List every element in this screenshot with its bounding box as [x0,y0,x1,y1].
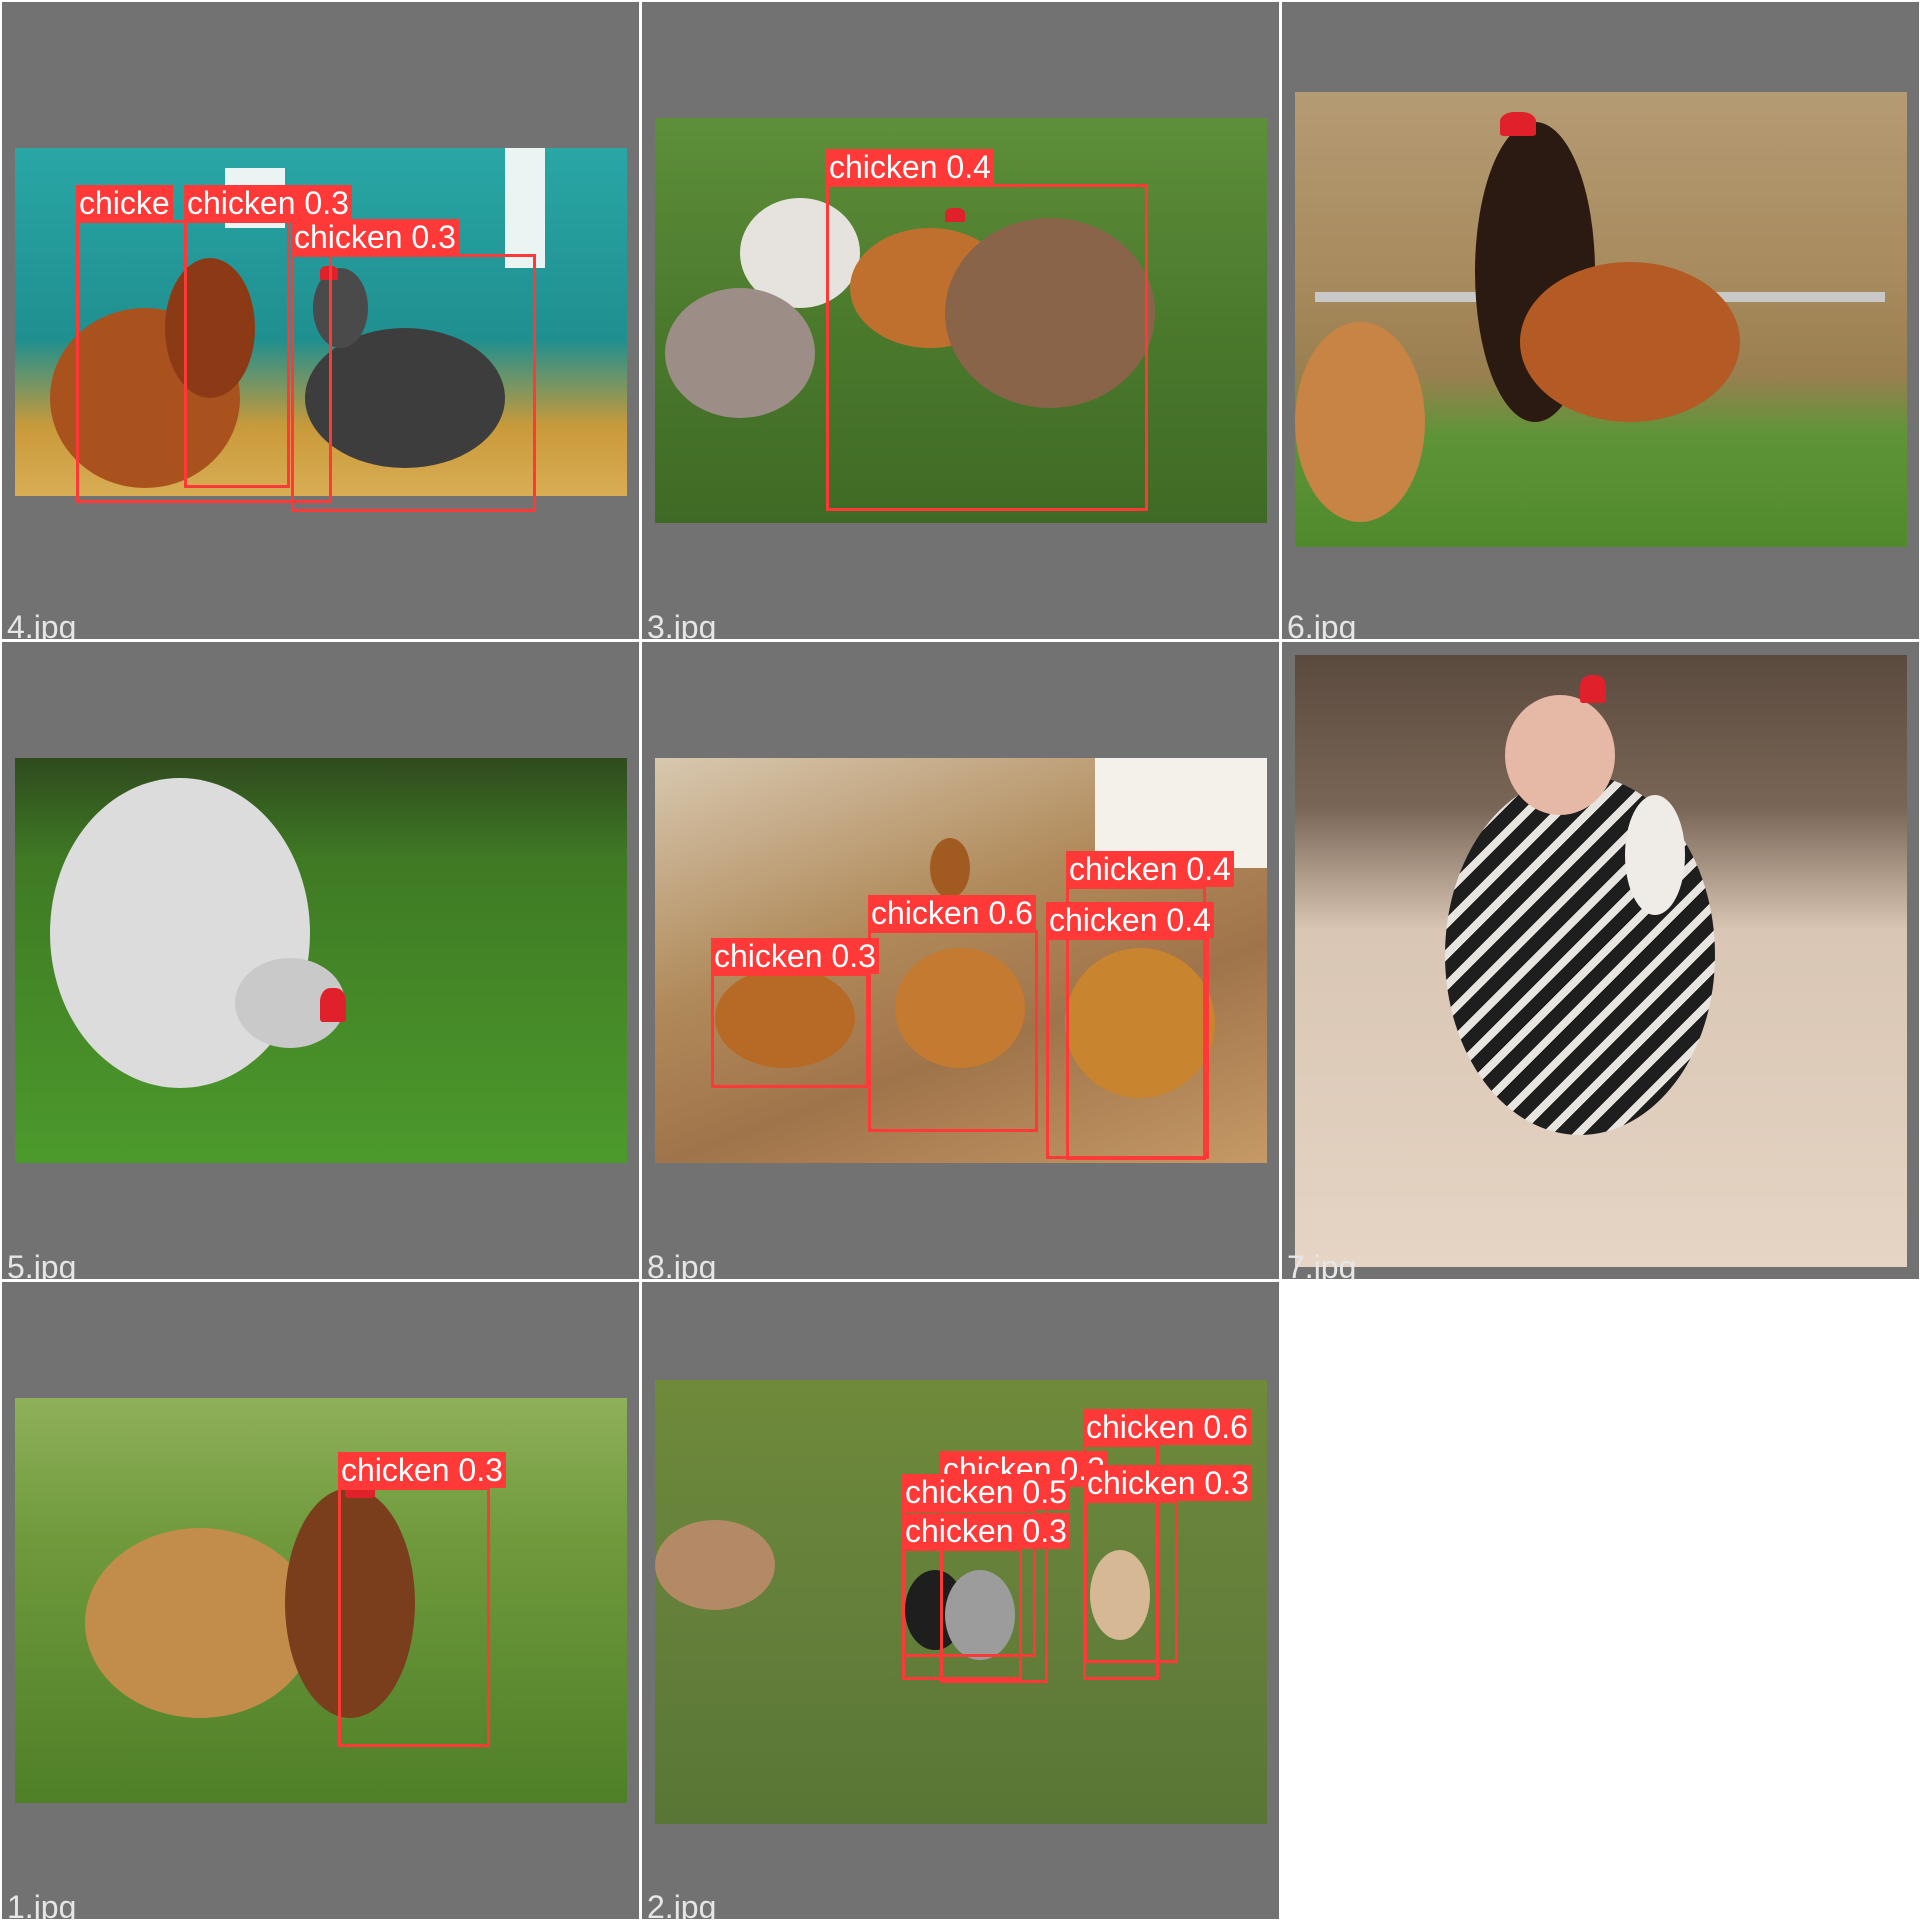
detection-label: chicken 0.3 [711,938,879,974]
chicken-comb [320,988,346,1022]
photo-5-jpg [15,758,627,1163]
chicken-comb [1580,675,1606,703]
detection-label: chicken 0.4 [826,149,994,185]
tile-5-jpg: 5.jpg [2,642,639,1279]
detection-box: chicken 0.3 [291,219,536,512]
fence-panel [505,148,545,268]
tile-4-jpg: chicke chicken 0.3 chicken 0.3 4.jpg [2,2,639,639]
filename-label: 3.jpg [647,609,717,639]
detection-label: chicken 0.3 [902,1513,1070,1549]
filename-label: 1.jpg [7,1889,77,1919]
detection-label: chicken 0.3 [338,1452,506,1488]
chicken-shape [85,1528,315,1718]
detection-label: chicken 0.3 [184,185,352,221]
detection-label: chicken 0.3 [1084,1465,1252,1501]
tile-2-jpg: chicken 0.6 chicken 0.3 chicken 0.5 chic… [642,1282,1279,1919]
detection-box: chicken 0.3 [711,938,879,1088]
tile-3-jpg: chicken 0.4 3.jpg [642,2,1279,639]
tile-6-jpg: 6.jpg [1282,2,1919,639]
photo-1-jpg [15,1398,627,1803]
chicken-shape [1295,322,1425,522]
detection-box: chicken 0.3 [184,185,352,488]
chicken-shape [1505,695,1615,815]
filename-label: 7.jpg [1287,1249,1357,1279]
chicken-shape [1625,795,1685,915]
filename-label: 6.jpg [1287,609,1357,639]
detection-label: chicken 0.5 [902,1474,1070,1510]
tile-8-jpg: chicken 0.4 chicken 0.6 chicken 0.4 chic… [642,642,1279,1279]
detection-box: chicken 0.6 [868,895,1038,1132]
detection-box: chicken 0.3 [902,1513,1070,1680]
filename-label: 4.jpg [7,609,77,639]
detection-label: chicken 0.6 [868,895,1036,931]
detection-label: chicken 0.6 [1083,1409,1251,1445]
chicken-shape [655,1520,775,1610]
tile-1-jpg: chicken 0.3 1.jpg [2,1282,639,1919]
chicken-shape [665,288,815,418]
detection-label: chicke [76,185,173,221]
detection-box: chicken 0.4 [826,149,1148,511]
filename-label: 2.jpg [647,1889,717,1919]
detection-label: chicken 0.4 [1066,851,1234,887]
filename-label: 5.jpg [7,1249,77,1279]
photo-7-jpg [1295,655,1907,1267]
chicken-shape [930,838,970,898]
detection-label: chicken 0.4 [1046,902,1214,938]
photo-6-jpg [1295,92,1907,547]
detection-box: chicken 0.3 [1084,1465,1252,1663]
tile-7-jpg: 7.jpg [1282,642,1919,1279]
filename-label: 8.jpg [647,1249,717,1279]
detection-label: chicken 0.3 [291,219,459,255]
detection-box: chicken 0.3 [338,1452,506,1747]
chicken-comb [1500,112,1536,136]
chicken-shape [1520,262,1740,422]
detection-box: chicken 0.4 [1046,902,1214,1159]
